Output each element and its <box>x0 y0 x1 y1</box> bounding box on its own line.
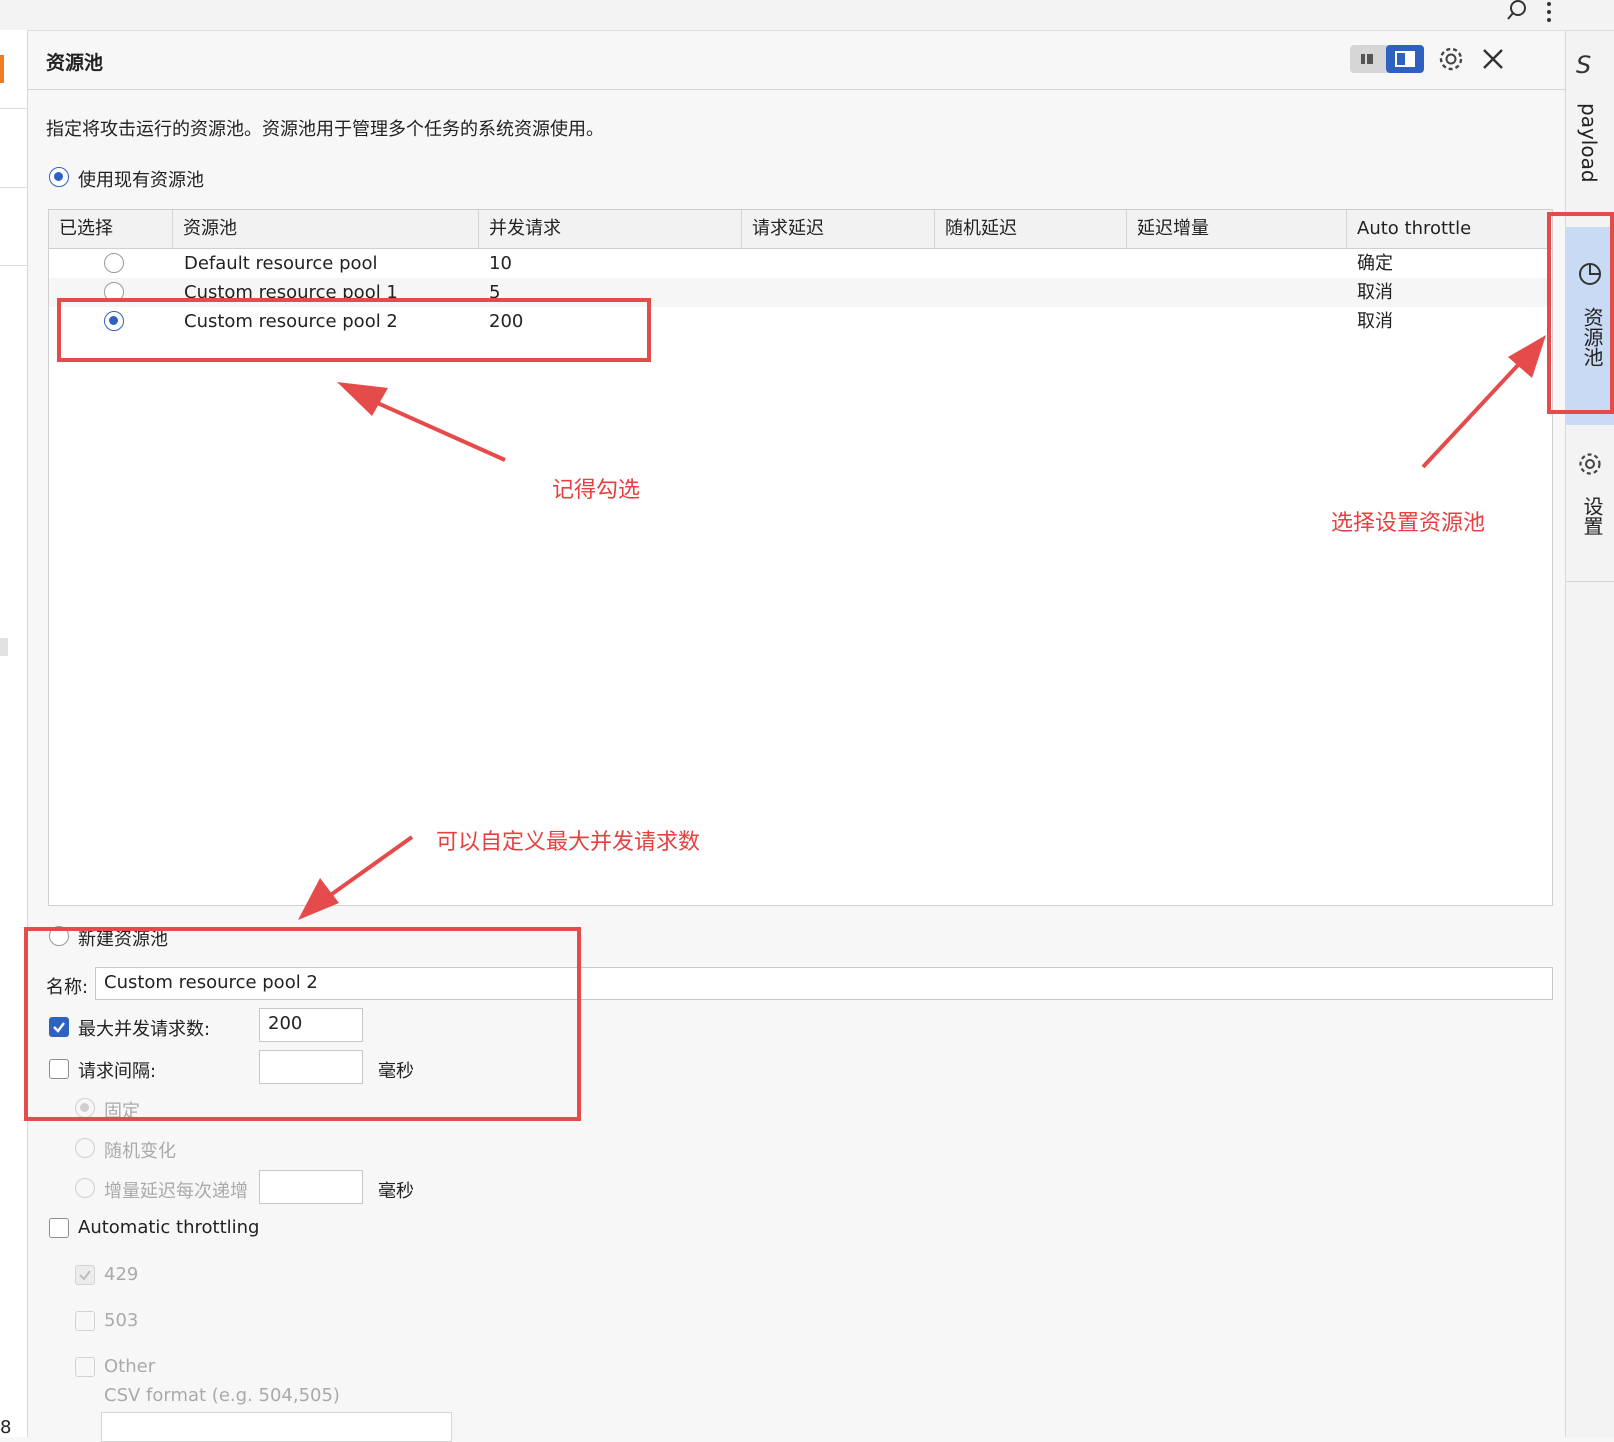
annotation-custom-max: 可以自定义最大并发请求数 <box>436 830 701 855</box>
arrow-to-selected-row <box>337 382 506 462</box>
annotation-arrows <box>298 335 1546 920</box>
arrow-to-form-area <box>298 835 414 920</box>
annotation-remember-check: 记得勾选 <box>552 478 641 503</box>
arrow-to-resource-pool-tab <box>1421 335 1546 469</box>
annotation-select-setting: 选择设置资源池 <box>1331 511 1486 536</box>
